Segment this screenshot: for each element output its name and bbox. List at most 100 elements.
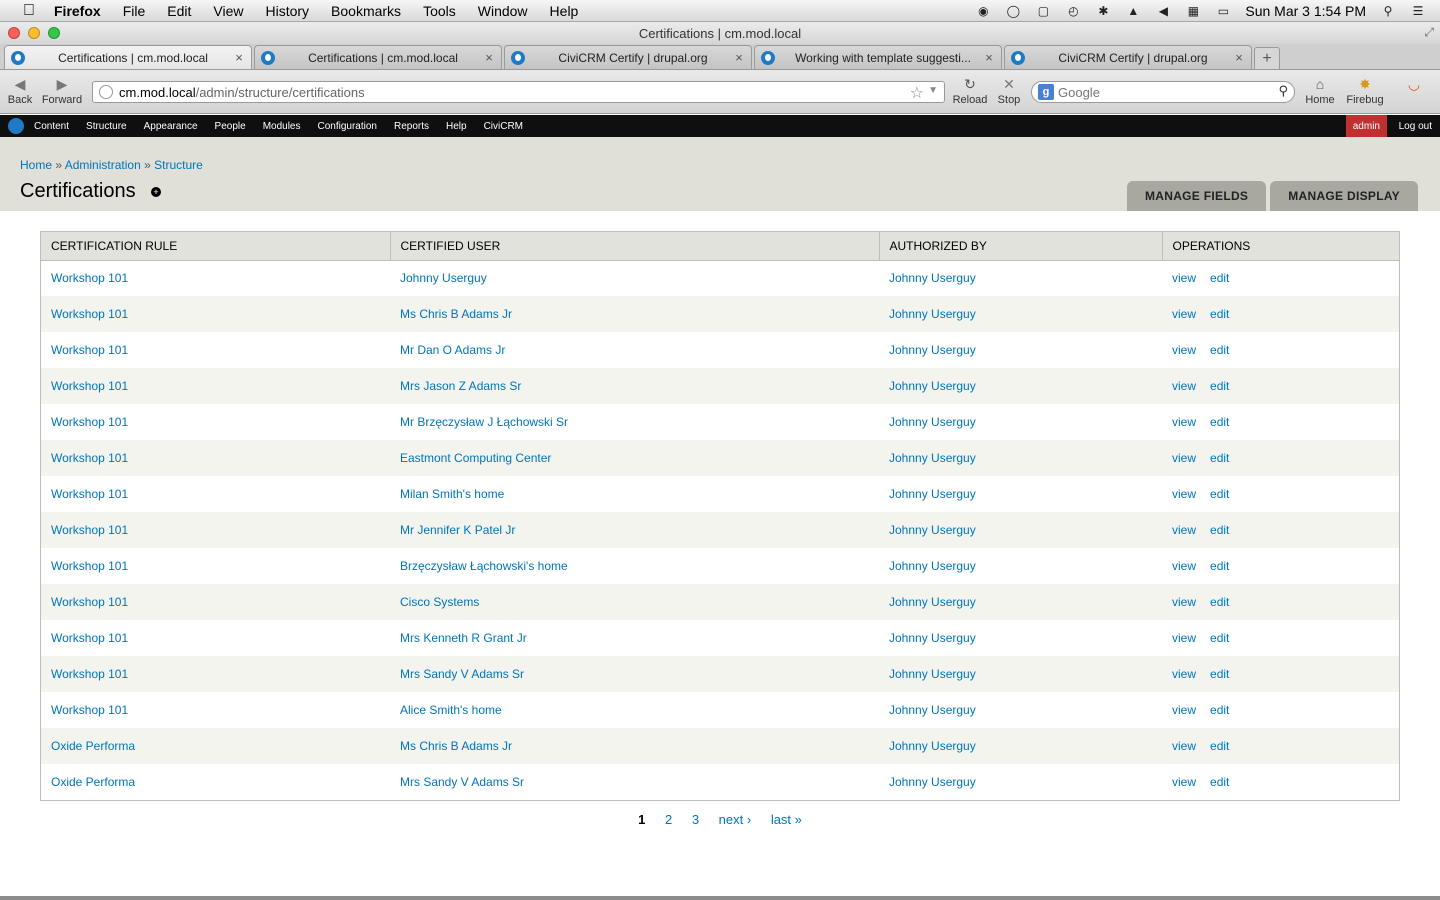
menu-edit[interactable]: Edit: [167, 3, 191, 19]
toolbar-civicrm[interactable]: CiviCRM: [484, 121, 523, 132]
browser-tab[interactable]: Certifications | cm.mod.local ×: [4, 45, 252, 69]
home-button[interactable]: ⌂ Home: [1302, 74, 1338, 106]
edit-link[interactable]: edit: [1210, 667, 1229, 681]
menubar-clock[interactable]: Sun Mar 3 1:54 PM: [1245, 3, 1366, 19]
cell-certification-rule-link[interactable]: Workshop 101: [51, 307, 128, 321]
view-link[interactable]: view: [1172, 415, 1196, 429]
edit-link[interactable]: edit: [1210, 739, 1229, 753]
stop-button[interactable]: ✕ Stop: [994, 74, 1024, 106]
view-link[interactable]: view: [1172, 523, 1196, 537]
view-link[interactable]: view: [1172, 703, 1196, 717]
cell-certification-rule-link[interactable]: Workshop 101: [51, 703, 128, 717]
column-header-certified-user[interactable]: CERTIFIED USER: [390, 232, 880, 261]
notification-list-icon[interactable]: ☰: [1410, 4, 1426, 18]
cell-certified-user-link[interactable]: Mrs Kenneth R Grant Jr: [400, 631, 527, 645]
column-header-authorized-by[interactable]: AUTHORIZED BY: [879, 232, 1163, 261]
apple-icon[interactable]: : [20, 2, 38, 20]
calendar-icon[interactable]: ▦: [1185, 4, 1201, 18]
search-input[interactable]: g Google ⚲: [1031, 81, 1295, 103]
breadcrumb-home[interactable]: Home: [20, 158, 52, 172]
chat-icon[interactable]: ◯: [1005, 4, 1021, 18]
reload-button[interactable]: ↻ Reload: [950, 74, 990, 106]
close-window-button[interactable]: [8, 27, 20, 39]
cell-certified-user-link[interactable]: Brzęczysław Łąchowski's home: [400, 559, 568, 573]
cell-certification-rule-link[interactable]: Oxide Performa: [51, 739, 135, 753]
cell-certified-user-link[interactable]: Alice Smith's home: [400, 703, 502, 717]
cell-certified-user-link[interactable]: Mr Brzęczysław J Łąchowski Sr: [400, 415, 568, 429]
cell-certified-user-link[interactable]: Mrs Jason Z Adams Sr: [400, 379, 521, 393]
toolbar-help[interactable]: Help: [446, 121, 467, 132]
view-link[interactable]: view: [1172, 559, 1196, 573]
view-link[interactable]: view: [1172, 343, 1196, 357]
cell-authorized-by-link[interactable]: Johnny Userguy: [889, 343, 976, 357]
cell-certified-user-link[interactable]: Cisco Systems: [400, 595, 479, 609]
cell-certification-rule-link[interactable]: Workshop 101: [51, 343, 128, 357]
menu-help[interactable]: Help: [550, 3, 579, 19]
cell-authorized-by-link[interactable]: Johnny Userguy: [889, 667, 976, 681]
menu-app-firefox[interactable]: Firefox: [54, 3, 101, 19]
volume-icon[interactable]: ◀: [1155, 4, 1171, 18]
cell-authorized-by-link[interactable]: Johnny Userguy: [889, 307, 976, 321]
minimize-window-button[interactable]: [28, 27, 40, 39]
pager-page-2[interactable]: 2: [665, 812, 672, 827]
cell-certification-rule-link[interactable]: Workshop 101: [51, 451, 128, 465]
close-tab-icon[interactable]: ×: [733, 50, 745, 65]
tab-manage-display[interactable]: MANAGE DISPLAY: [1270, 181, 1418, 211]
cell-authorized-by-link[interactable]: Johnny Userguy: [889, 523, 976, 537]
binoculars-icon[interactable]: ◉: [975, 4, 991, 18]
zoom-window-button[interactable]: [48, 27, 60, 39]
cell-certified-user-link[interactable]: Ms Chris B Adams Jr: [400, 307, 512, 321]
edit-link[interactable]: edit: [1210, 631, 1229, 645]
cell-authorized-by-link[interactable]: Johnny Userguy: [889, 739, 976, 753]
view-link[interactable]: view: [1172, 667, 1196, 681]
edit-link[interactable]: edit: [1210, 523, 1229, 537]
view-link[interactable]: view: [1172, 307, 1196, 321]
menu-bookmarks[interactable]: Bookmarks: [331, 3, 401, 19]
cell-certification-rule-link[interactable]: Workshop 101: [51, 271, 128, 285]
pager-next[interactable]: next ›: [719, 812, 752, 827]
cell-certified-user-link[interactable]: Mr Dan O Adams Jr: [400, 343, 505, 357]
browser-tab[interactable]: Working with template suggesti... ×: [754, 45, 1002, 69]
cell-certification-rule-link[interactable]: Workshop 101: [51, 631, 128, 645]
browser-tab[interactable]: CiviCRM Certify | drupal.org ×: [1004, 45, 1252, 69]
firebug-button[interactable]: ✸ Firebug: [1342, 74, 1388, 106]
bookmark-star-icon[interactable]: ☆: [910, 83, 924, 103]
view-link[interactable]: view: [1172, 595, 1196, 609]
toolbar-user-link[interactable]: admin: [1345, 115, 1387, 137]
edit-link[interactable]: edit: [1210, 595, 1229, 609]
spotlight-search-icon[interactable]: ⚲: [1380, 4, 1396, 18]
cell-certification-rule-link[interactable]: Workshop 101: [51, 559, 128, 573]
toolbar-appearance[interactable]: Appearance: [144, 121, 198, 132]
add-shortcut-icon[interactable]: +: [151, 187, 161, 197]
view-link[interactable]: view: [1172, 379, 1196, 393]
browser-tab[interactable]: Certifications | cm.mod.local ×: [254, 45, 502, 69]
browser-tab[interactable]: CiviCRM Certify | drupal.org ×: [504, 45, 752, 69]
cell-authorized-by-link[interactable]: Johnny Userguy: [889, 595, 976, 609]
fullscreen-icon[interactable]: ⤢: [1424, 25, 1434, 40]
cell-certification-rule-link[interactable]: Workshop 101: [51, 523, 128, 537]
edit-link[interactable]: edit: [1210, 271, 1229, 285]
breadcrumb-administration[interactable]: Administration: [65, 158, 141, 172]
toolbar-content[interactable]: Content: [34, 121, 69, 132]
time-machine-icon[interactable]: ◴: [1065, 4, 1081, 18]
view-link[interactable]: view: [1172, 631, 1196, 645]
view-link[interactable]: view: [1172, 775, 1196, 789]
view-link[interactable]: view: [1172, 271, 1196, 285]
cell-certified-user-link[interactable]: Ms Chris B Adams Jr: [400, 739, 512, 753]
close-tab-icon[interactable]: ×: [983, 50, 995, 65]
wifi-icon[interactable]: ▲: [1125, 4, 1141, 18]
edit-link[interactable]: edit: [1210, 775, 1229, 789]
toolbar-people[interactable]: People: [215, 121, 246, 132]
menu-window[interactable]: Window: [478, 3, 528, 19]
cell-authorized-by-link[interactable]: Johnny Userguy: [889, 559, 976, 573]
cell-authorized-by-link[interactable]: Johnny Userguy: [889, 703, 976, 717]
url-dropdown-icon[interactable]: ▼: [928, 85, 938, 96]
edit-link[interactable]: edit: [1210, 487, 1229, 501]
cell-certification-rule-link[interactable]: Workshop 101: [51, 487, 128, 501]
cell-authorized-by-link[interactable]: Johnny Userguy: [889, 451, 976, 465]
edit-link[interactable]: edit: [1210, 307, 1229, 321]
logout-link[interactable]: Log out: [1399, 115, 1432, 137]
back-button[interactable]: ◀ Back: [6, 74, 34, 106]
toolbar-structure[interactable]: Structure: [86, 121, 127, 132]
toolbar-reports[interactable]: Reports: [394, 121, 429, 132]
